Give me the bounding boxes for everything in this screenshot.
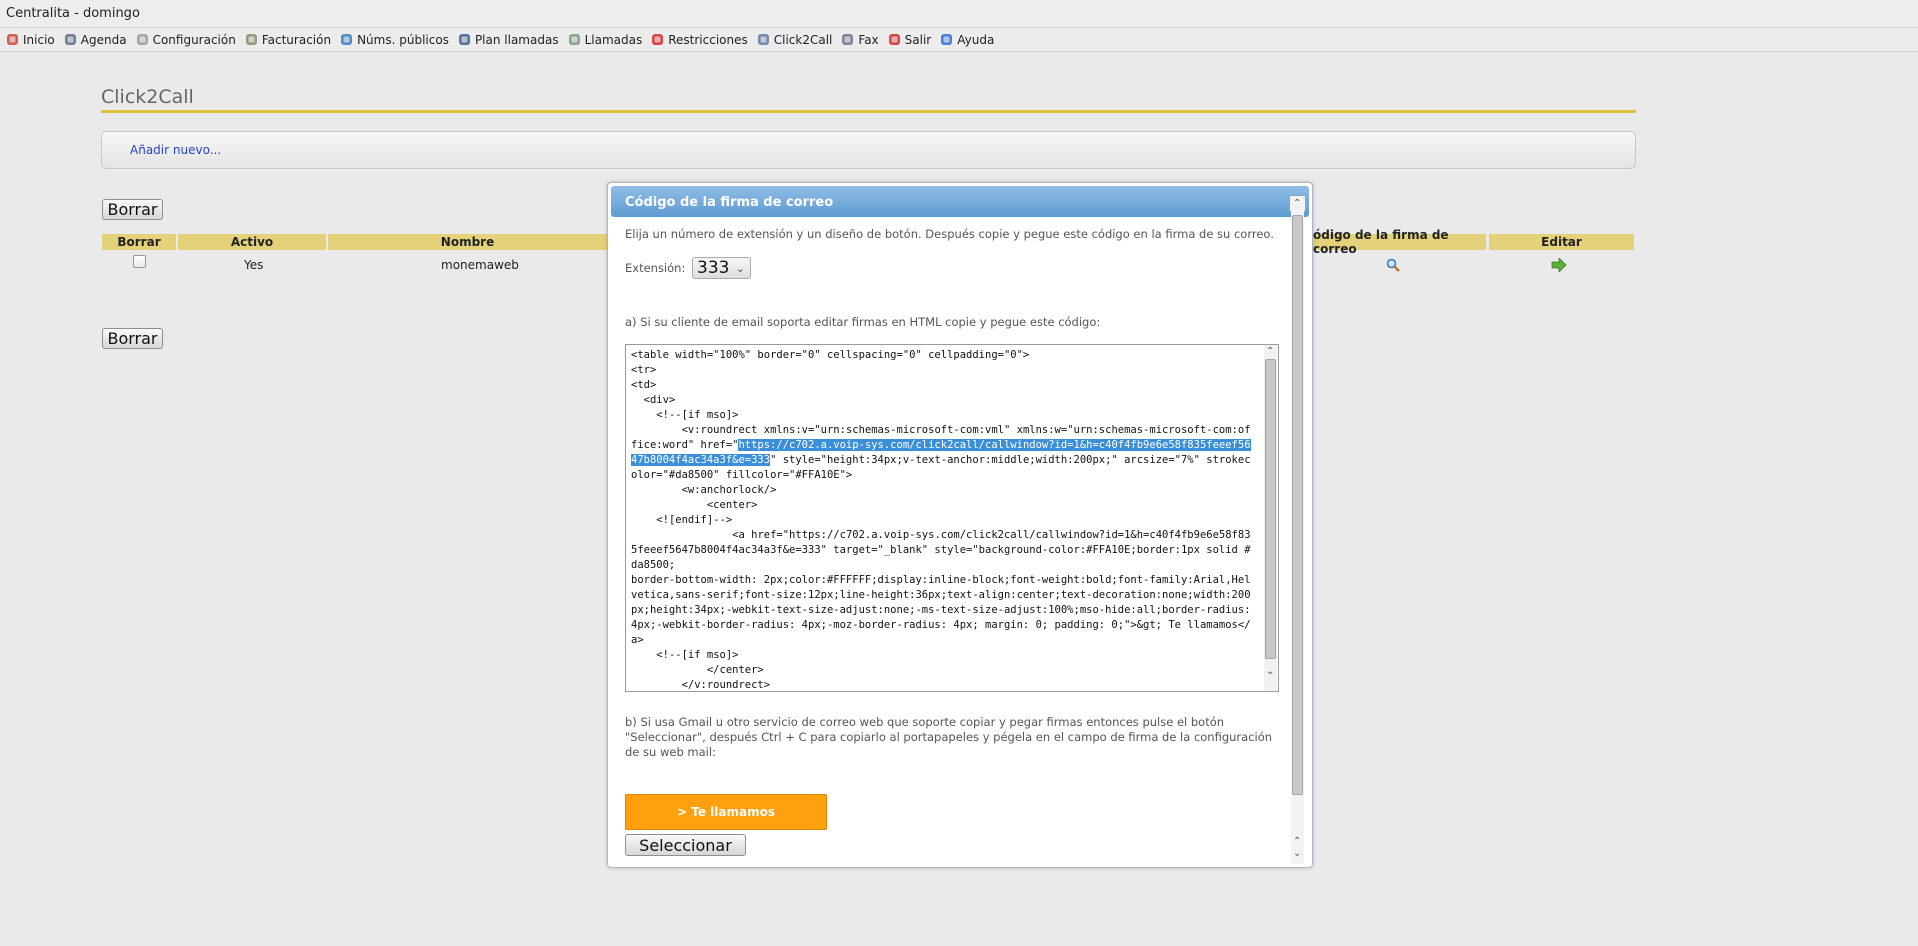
menu-item-ayuda[interactable]: Ayuda — [940, 33, 994, 47]
delete-button-top[interactable]: Borrar — [102, 199, 163, 220]
chevron-down-icon: ⌄ — [735, 262, 745, 275]
menu-item-label: Salir — [904, 32, 932, 47]
menu-item-label: Plan llamadas — [474, 32, 559, 47]
edit-arrow-icon[interactable] — [1551, 257, 1567, 273]
call-me-preview-label: > Te llamamos — [677, 805, 775, 819]
menu-item-restricciones[interactable]: Restricciones — [651, 33, 748, 47]
menu-item-llamadas[interactable]: Llamadas — [568, 32, 643, 47]
menu-item-fax[interactable]: Fax — [841, 32, 879, 47]
window-title: Centralita - domingo — [0, 0, 1918, 28]
html-code-textarea[interactable]: <table width="100%" border="0" cellspaci… — [625, 344, 1279, 692]
menu-item-label: Llamadas — [584, 32, 643, 47]
extension-value: 333 — [697, 258, 730, 278]
dialog-scroll-down-icon[interactable]: ⌄ — [1293, 849, 1301, 859]
menu-item-salir[interactable]: Salir — [888, 32, 932, 47]
code-scrollbar[interactable]: ⌃ ⌄ — [1264, 345, 1277, 691]
delete-button-label: Borrar — [107, 200, 158, 219]
stop-icon — [651, 33, 664, 46]
globe-icon — [340, 33, 353, 46]
dialog-intro: Elija un número de extensión y un diseño… — [625, 227, 1274, 241]
menu-item-label: Núms. públicos — [357, 32, 449, 47]
menu-item-click2call[interactable]: Click2Call — [757, 32, 833, 47]
menu-item-configuraci-n[interactable]: Configuración — [136, 33, 236, 47]
phone-icon — [568, 33, 581, 46]
row-active-value: Yes — [244, 258, 264, 272]
menu-item-label: Restricciones — [668, 32, 748, 47]
code-before: <table width="100%" border="0" cellspaci… — [631, 349, 1251, 451]
menu-item-facturaci-n[interactable]: Facturación — [245, 33, 331, 47]
agenda-icon — [64, 33, 77, 46]
menu-item-label: Facturación — [261, 32, 332, 47]
row-delete-checkbox[interactable] — [133, 255, 146, 268]
menu-item-plan-llamadas[interactable]: Plan llamadas — [458, 33, 559, 47]
menu-item-label: Agenda — [80, 32, 127, 47]
menu-item-label: Click2Call — [773, 32, 833, 47]
dialog-title: Código de la firma de correo — [625, 195, 834, 210]
menu-item-agenda[interactable]: Agenda — [64, 33, 127, 47]
step-b-text: b) Si usa Gmail u otro servicio de corre… — [625, 715, 1273, 759]
menu-item-label: Inicio — [23, 32, 55, 47]
delete-button-label: Borrar — [107, 329, 158, 348]
column-header-delete: Borrar — [102, 234, 176, 250]
column-header-active: Activo — [178, 234, 326, 250]
select-button-label: Seleccionar — [639, 835, 732, 855]
code-scroll-thumb[interactable] — [1265, 359, 1276, 659]
column-header-edit: Editar — [1489, 234, 1634, 250]
html-code-content: <table width="100%" border="0" cellspaci… — [631, 348, 1253, 691]
row-name-value: monemaweb — [441, 258, 519, 272]
scroll-up-icon[interactable]: ⌃ — [1266, 347, 1274, 357]
add-new-link[interactable]: Añadir nuevo... — [130, 143, 221, 157]
signature-code-dialog: Código de la firma de correo Elija un nú… — [607, 182, 1313, 868]
menu-bar: Inicio Agenda Configuración Facturación Núms… — [0, 28, 1918, 52]
window-icon — [757, 33, 770, 46]
scroll-down-icon[interactable]: ⌄ — [1266, 667, 1274, 677]
delete-button-bottom[interactable]: Borrar — [102, 328, 163, 349]
step-a-text: a) Si su cliente de email soporta editar… — [625, 315, 1101, 329]
billing-icon — [245, 33, 258, 46]
page-title: Click2Call — [101, 86, 1636, 113]
dialog-scrollbar[interactable]: ⌃ ⌃ ⌄ — [1291, 197, 1304, 864]
call-me-preview-button[interactable]: > Te llamamos — [625, 794, 827, 830]
gear-icon — [136, 33, 149, 46]
dialog-scroll-thumb[interactable] — [1292, 215, 1303, 795]
menu-item-label: Fax — [858, 32, 879, 47]
home-icon — [6, 33, 19, 46]
menu-item-n-ms-p-blicos[interactable]: Núms. públicos — [340, 33, 449, 47]
dialog-scroll-up-icon[interactable]: ⌃ — [1293, 199, 1301, 209]
dialog-scroll-up-icon-2[interactable]: ⌃ — [1293, 837, 1301, 847]
menu-item-label: Configuración — [152, 32, 236, 47]
plan-icon — [458, 33, 471, 46]
extension-select[interactable]: 333 ⌄ — [692, 257, 751, 279]
fax-icon — [841, 33, 854, 46]
column-header-signature-code: ódigo de la firma de correo — [1313, 228, 1486, 256]
menu-item-inicio[interactable]: Inicio — [6, 33, 55, 47]
column-header-name: Nombre — [328, 234, 607, 250]
power-icon — [888, 33, 901, 46]
magnifier-icon[interactable] — [1386, 258, 1400, 272]
code-after: " style="height:34px;v-text-anchor:middl… — [631, 454, 1251, 691]
dialog-header: Código de la firma de correo — [611, 186, 1309, 217]
help-icon — [940, 33, 953, 46]
select-button[interactable]: Seleccionar — [625, 834, 746, 856]
extension-label: Extensión: — [625, 261, 686, 275]
menu-item-label: Ayuda — [957, 32, 995, 47]
add-bar: Añadir nuevo... — [101, 131, 1636, 169]
